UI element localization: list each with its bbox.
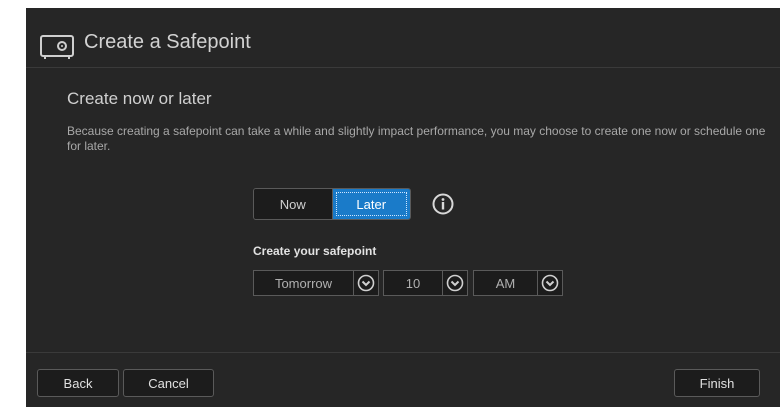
hour-value: 10: [384, 271, 443, 295]
chevron-down-circle-icon[interactable]: [443, 271, 467, 295]
dialog-footer: Back Cancel Finish: [26, 352, 780, 407]
ampm-value: AM: [474, 271, 538, 295]
later-button[interactable]: Later: [332, 189, 410, 219]
hour-select[interactable]: 10: [383, 270, 468, 296]
chevron-down-circle-icon[interactable]: [538, 271, 562, 295]
safe-icon: [40, 35, 74, 64]
section-description: Because creating a safepoint can take a …: [67, 124, 766, 153]
day-select[interactable]: Tomorrow: [253, 270, 379, 296]
now-later-toggle: Now Later: [253, 188, 411, 220]
info-icon[interactable]: [432, 193, 454, 215]
create-safepoint-dialog: Create a Safepoint Create now or later B…: [26, 8, 780, 407]
now-button[interactable]: Now: [254, 189, 333, 219]
ampm-select[interactable]: AM: [473, 270, 563, 296]
dialog-title: Create a Safepoint: [84, 31, 251, 53]
day-value: Tomorrow: [254, 271, 354, 295]
chevron-down-circle-icon[interactable]: [354, 271, 378, 295]
cancel-button[interactable]: Cancel: [123, 369, 214, 397]
finish-button[interactable]: Finish: [674, 369, 760, 397]
back-button[interactable]: Back: [37, 369, 119, 397]
schedule-label: Create your safepoint: [253, 244, 377, 258]
section-title: Create now or later: [67, 89, 212, 108]
dialog-header: Create a Safepoint: [26, 8, 780, 68]
